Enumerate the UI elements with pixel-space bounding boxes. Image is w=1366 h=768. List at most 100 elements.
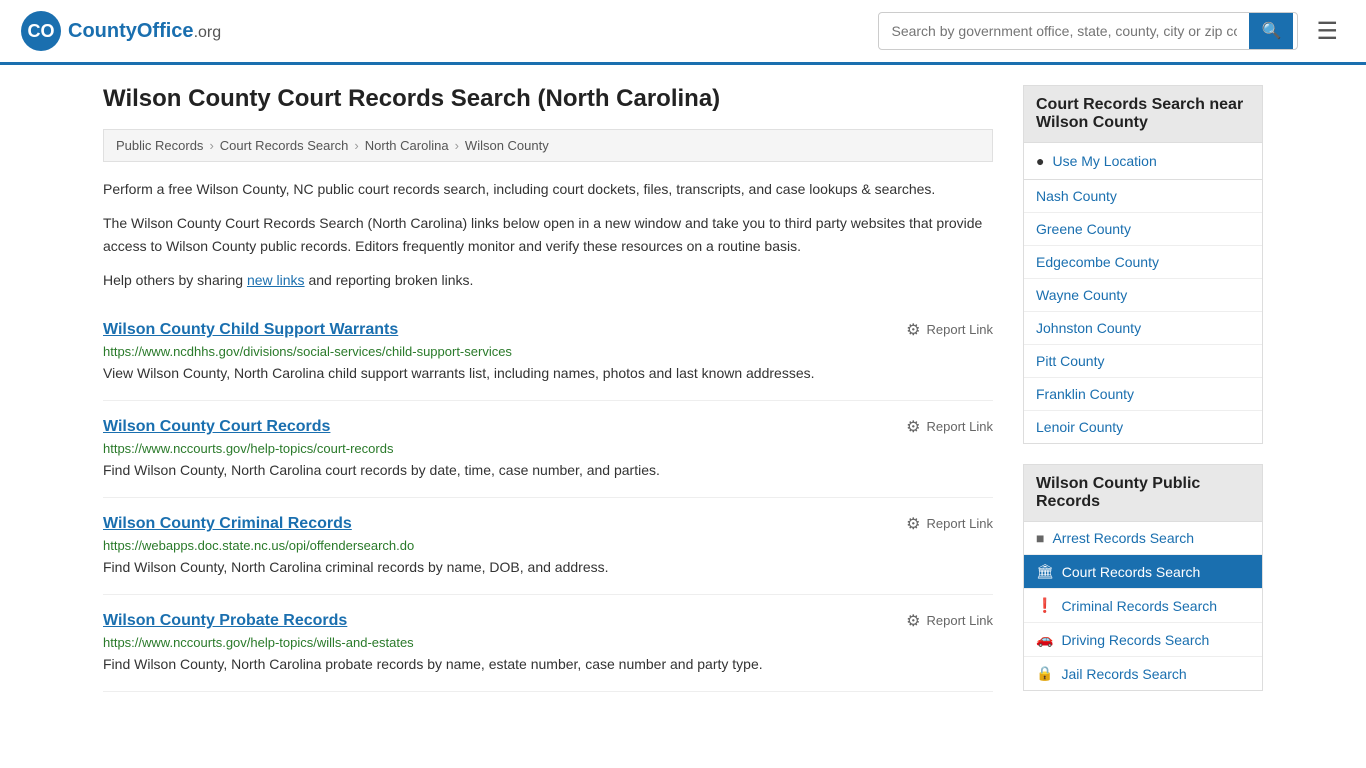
nearby-county-3[interactable]: Wayne County [1024, 279, 1262, 312]
breadcrumb-north-carolina[interactable]: North Carolina [365, 138, 449, 153]
location-icon: ● [1036, 153, 1044, 169]
record-url-0: https://www.ncdhhs.gov/divisions/social-… [103, 344, 993, 359]
sidebar: Court Records Search near Wilson County … [1023, 85, 1263, 711]
description-1: Perform a free Wilson County, NC public … [103, 178, 993, 200]
description-3: Help others by sharing new links and rep… [103, 269, 993, 291]
search-input[interactable] [879, 15, 1249, 47]
breadcrumb-court-records[interactable]: Court Records Search [220, 138, 349, 153]
nearby-county-4[interactable]: Johnston County [1024, 312, 1262, 345]
page-title: Wilson County Court Records Search (Nort… [103, 85, 993, 113]
breadcrumb: Public Records › Court Records Search › … [103, 129, 993, 162]
nearby-list: Nash County Greene County Edgecombe County… [1023, 180, 1263, 444]
report-link-icon-0: ⚙ [906, 320, 920, 340]
public-records-link-4[interactable]: Jail Records Search [1061, 666, 1186, 682]
nearby-section-title: Court Records Search near Wilson County [1023, 85, 1263, 143]
hamburger-menu-icon[interactable]: ☰ [1308, 13, 1346, 50]
nearby-county-link-3[interactable]: Wayne County [1036, 287, 1127, 303]
records-list: Wilson County Child Support Warrants ⚙ R… [103, 304, 993, 692]
use-location-link[interactable]: Use My Location [1052, 153, 1156, 169]
public-records-link-1[interactable]: Court Records Search [1062, 564, 1201, 580]
record-desc-3: Find Wilson County, North Carolina proba… [103, 654, 993, 675]
report-link-3[interactable]: ⚙ Report Link [906, 611, 993, 631]
record-item: Wilson County Court Records ⚙ Report Lin… [103, 401, 993, 498]
nearby-county-link-6[interactable]: Franklin County [1036, 386, 1134, 402]
nearby-county-link-5[interactable]: Pitt County [1036, 353, 1104, 369]
desc3-prefix: Help others by sharing [103, 272, 247, 288]
breadcrumb-sep-1: › [209, 138, 213, 153]
record-header-0: Wilson County Child Support Warrants ⚙ R… [103, 320, 993, 340]
report-link-icon-1: ⚙ [906, 417, 920, 437]
record-title-2[interactable]: Wilson County Criminal Records [103, 515, 352, 533]
nearby-county-link-4[interactable]: Johnston County [1036, 320, 1141, 336]
search-button[interactable]: 🔍 [1249, 13, 1293, 49]
public-records-section: Wilson County Public Records ■ Arrest Re… [1023, 464, 1263, 691]
nearby-county-5[interactable]: Pitt County [1024, 345, 1262, 378]
public-records-icon-2: ❗ [1036, 597, 1053, 614]
report-link-label-1: Report Link [927, 419, 993, 434]
public-records-item-0[interactable]: ■ Arrest Records Search [1024, 522, 1262, 555]
report-link-label-3: Report Link [927, 613, 993, 628]
report-link-1[interactable]: ⚙ Report Link [906, 417, 993, 437]
report-link-label-0: Report Link [927, 322, 993, 337]
record-item: Wilson County Criminal Records ⚙ Report … [103, 498, 993, 595]
nearby-county-link-0[interactable]: Nash County [1036, 188, 1117, 204]
report-link-label-2: Report Link [927, 516, 993, 531]
report-link-0[interactable]: ⚙ Report Link [906, 320, 993, 340]
public-records-item-1[interactable]: 🏛 Court Records Search [1024, 555, 1262, 589]
nearby-county-2[interactable]: Edgecombe County [1024, 246, 1262, 279]
record-desc-2: Find Wilson County, North Carolina crimi… [103, 557, 993, 578]
public-records-title: Wilson County Public Records [1023, 464, 1263, 522]
breadcrumb-sep-2: › [354, 138, 358, 153]
record-desc-1: Find Wilson County, North Carolina court… [103, 460, 993, 481]
public-records-icon-3: 🚗 [1036, 631, 1053, 648]
new-links-link[interactable]: new links [247, 272, 305, 288]
record-url-1: https://www.nccourts.gov/help-topics/cou… [103, 441, 993, 456]
nearby-county-link-7[interactable]: Lenoir County [1036, 419, 1123, 435]
use-location[interactable]: ● Use My Location [1023, 143, 1263, 180]
public-records-icon-0: ■ [1036, 530, 1044, 546]
report-link-icon-3: ⚙ [906, 611, 920, 631]
record-item: Wilson County Probate Records ⚙ Report L… [103, 595, 993, 692]
logo[interactable]: CO CountyOffice.org [20, 10, 221, 52]
record-title-3[interactable]: Wilson County Probate Records [103, 612, 347, 630]
record-header-1: Wilson County Court Records ⚙ Report Lin… [103, 417, 993, 437]
svg-text:CO: CO [28, 21, 55, 41]
public-records-link-0[interactable]: Arrest Records Search [1052, 530, 1194, 546]
record-item: Wilson County Child Support Warrants ⚙ R… [103, 304, 993, 401]
site-header: CO CountyOffice.org 🔍 ☰ [0, 0, 1366, 65]
public-records-list: ■ Arrest Records Search 🏛 Court Records … [1023, 522, 1263, 691]
public-records-item-4[interactable]: 🔒 Jail Records Search [1024, 657, 1262, 690]
breadcrumb-sep-3: › [455, 138, 459, 153]
public-records-item-3[interactable]: 🚗 Driving Records Search [1024, 623, 1262, 657]
record-title-1[interactable]: Wilson County Court Records [103, 418, 330, 436]
record-title-0[interactable]: Wilson County Child Support Warrants [103, 321, 398, 339]
description-2: The Wilson County Court Records Search (… [103, 212, 993, 257]
record-url-2: https://webapps.doc.state.nc.us/opi/offe… [103, 538, 993, 553]
header-right: 🔍 ☰ [878, 12, 1346, 50]
breadcrumb-public-records[interactable]: Public Records [116, 138, 203, 153]
nearby-section: Court Records Search near Wilson County … [1023, 85, 1263, 444]
nearby-county-link-1[interactable]: Greene County [1036, 221, 1131, 237]
report-link-2[interactable]: ⚙ Report Link [906, 514, 993, 534]
desc3-suffix: and reporting broken links. [305, 272, 474, 288]
record-header-3: Wilson County Probate Records ⚙ Report L… [103, 611, 993, 631]
main-container: Wilson County Court Records Search (Nort… [83, 65, 1283, 731]
public-records-icon-4: 🔒 [1036, 665, 1053, 682]
report-link-icon-2: ⚙ [906, 514, 920, 534]
nearby-county-1[interactable]: Greene County [1024, 213, 1262, 246]
public-records-link-2[interactable]: Criminal Records Search [1061, 598, 1217, 614]
nearby-county-link-2[interactable]: Edgecombe County [1036, 254, 1159, 270]
logo-text: CountyOffice.org [68, 20, 221, 43]
public-records-icon-1: 🏛 [1036, 563, 1054, 580]
nearby-county-0[interactable]: Nash County [1024, 180, 1262, 213]
nearby-county-7[interactable]: Lenoir County [1024, 411, 1262, 443]
record-desc-0: View Wilson County, North Carolina child… [103, 363, 993, 384]
search-bar: 🔍 [878, 12, 1298, 50]
public-records-item-2[interactable]: ❗ Criminal Records Search [1024, 589, 1262, 623]
record-header-2: Wilson County Criminal Records ⚙ Report … [103, 514, 993, 534]
public-records-link-3[interactable]: Driving Records Search [1061, 632, 1209, 648]
content-area: Wilson County Court Records Search (Nort… [103, 85, 993, 711]
breadcrumb-wilson-county[interactable]: Wilson County [465, 138, 549, 153]
record-url-3: https://www.nccourts.gov/help-topics/wil… [103, 635, 993, 650]
nearby-county-6[interactable]: Franklin County [1024, 378, 1262, 411]
